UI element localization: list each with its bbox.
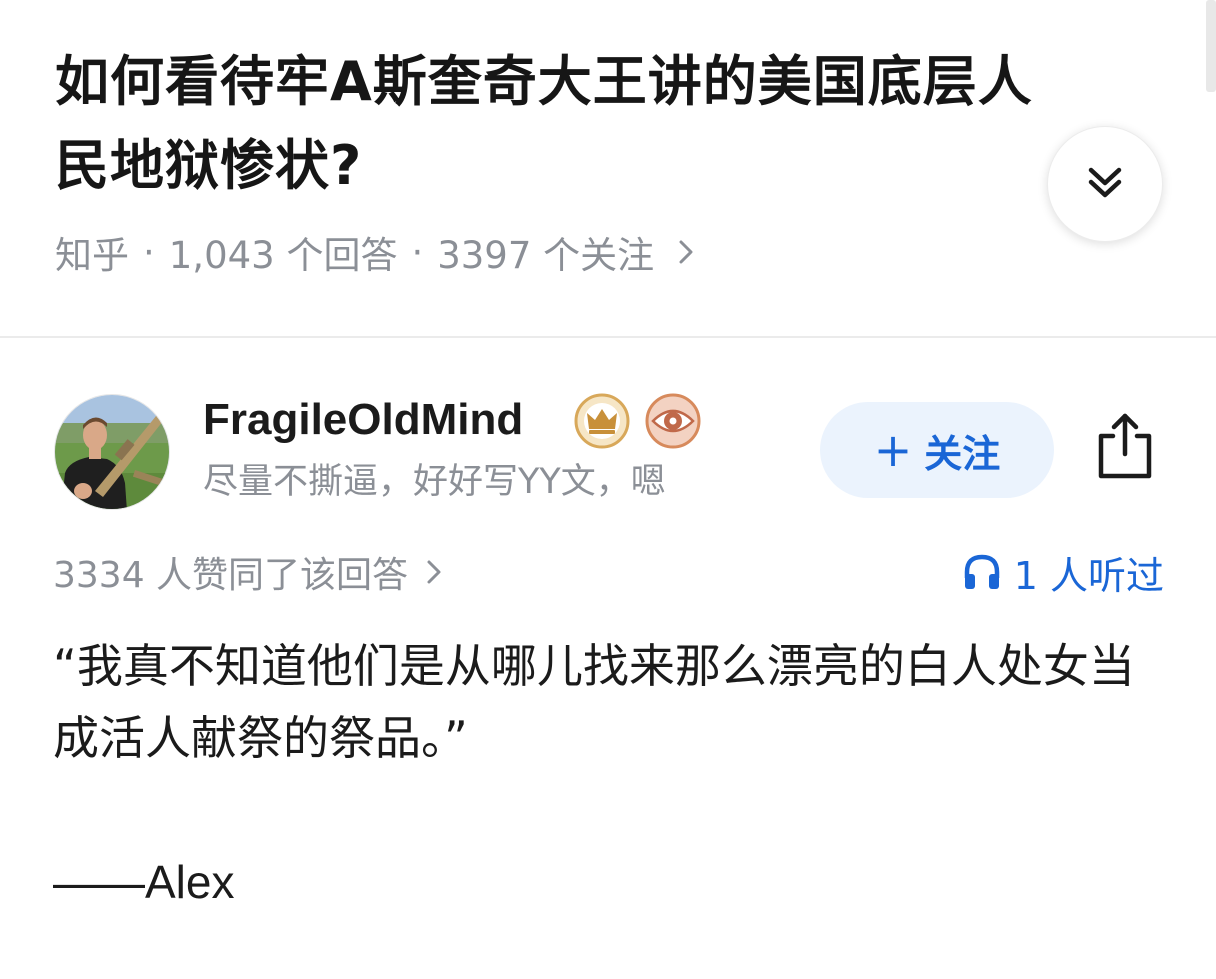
likes-summary[interactable]: 3334 人赞同了该回答: [53, 544, 442, 600]
likes-count: 3334 人赞同了该回答: [53, 555, 409, 596]
answer-signature: ——Alex: [53, 856, 235, 908]
eye-badge-icon[interactable]: [645, 393, 701, 449]
answer-quote: “我真不知道他们是从哪儿找来那么漂亮的白人处女当成活人献祭的祭品。”: [53, 639, 1135, 765]
plus-icon: +: [873, 423, 913, 477]
chevron-right-icon: [678, 238, 694, 266]
question-title[interactable]: 如何看待牢A斯奎奇大王讲的美国底层人民地狱惨状?: [55, 40, 1055, 208]
collapse-button[interactable]: [1047, 126, 1163, 242]
question-meta[interactable]: 知乎 · 1,043 个回答 · 3397 个关注: [55, 224, 694, 280]
follow-button[interactable]: + 关注: [820, 402, 1054, 498]
author-name[interactable]: FragileOldMind: [203, 390, 523, 450]
answer-page: 如何看待牢A斯奎奇大王讲的美国底层人民地狱惨状? 知乎 · 1,043 个回答 …: [0, 0, 1216, 979]
follow-label: 关注: [924, 431, 1001, 476]
listen-count[interactable]: 1 人听过: [962, 544, 1164, 600]
listen-count-label: 1 人听过: [1013, 553, 1164, 598]
follower-count: 3397 个关注: [437, 234, 655, 277]
crown-badge-icon[interactable]: [574, 393, 630, 449]
double-chevron-down-icon: [1085, 162, 1125, 206]
chevron-right-icon: [426, 558, 442, 586]
author-bio: 尽量不撕逼，好好写YY文，嗯: [203, 462, 666, 502]
headphones-icon: [962, 552, 1002, 592]
share-button[interactable]: [1090, 408, 1160, 488]
scrollbar[interactable]: [1206, 0, 1216, 92]
share-icon: [1093, 410, 1157, 486]
section-divider: [0, 336, 1216, 338]
author-avatar[interactable]: [54, 394, 170, 510]
answer-count: 1,043 个回答: [168, 234, 398, 277]
separator-dot: ·: [143, 230, 155, 274]
separator-dot: ·: [411, 230, 424, 274]
source-label: 知乎: [55, 234, 129, 277]
